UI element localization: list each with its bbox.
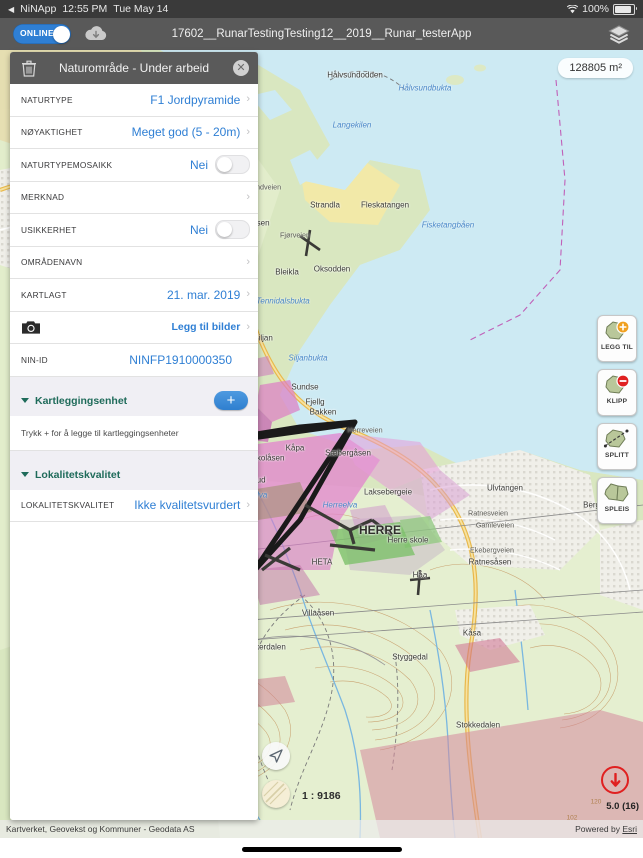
- chevron-right-icon: ›: [246, 190, 250, 203]
- polygon-merge-icon: [602, 481, 632, 505]
- tool-splitt-label: SPLITT: [605, 452, 629, 459]
- tool-legg-til-button[interactable]: LEGG TIL: [597, 315, 637, 362]
- row-naturtypemosaikk[interactable]: NATURTYPEMOSAIKK Nei: [10, 149, 258, 182]
- naturomrade-form-panel: Naturområde - Under arbeid ✕ NATURTYPE F…: [10, 52, 258, 820]
- row-legg-til-bilder[interactable]: Legg til bilder ›: [10, 312, 258, 344]
- row-omradenavn[interactable]: OMRÅDENAVN ›: [10, 247, 258, 279]
- row-noyaktighet-value: Meget god (5 - 20m): [131, 125, 241, 140]
- polygon-clip-icon: [602, 373, 632, 397]
- back-triangle-icon[interactable]: ◀: [8, 5, 14, 14]
- online-toggle-label: ONLINE: [20, 28, 54, 38]
- ipad-screen: ◀ NiNApp 12:55 PM Tue May 14 100% ONLINE…: [0, 0, 643, 858]
- row-nin-id-value: NINFP1910000350: [129, 352, 232, 367]
- status-bar-left: ◀ NiNApp 12:55 PM Tue May 14: [0, 3, 168, 15]
- status-bar-right: 100%: [566, 3, 643, 15]
- polygon-add-icon: [602, 319, 632, 343]
- esri-link[interactable]: Esri: [622, 824, 637, 834]
- ios-status-bar: ◀ NiNApp 12:55 PM Tue May 14 100%: [0, 0, 643, 18]
- row-kartlagt[interactable]: KARTLAGT 21. mar. 2019 ›: [10, 279, 258, 312]
- wifi-icon: [566, 3, 579, 14]
- online-toggle[interactable]: ONLINE: [13, 24, 71, 44]
- tool-klipp-label: KLIPP: [606, 398, 628, 405]
- camera-icon: [21, 320, 41, 335]
- chevron-right-icon: ›: [246, 498, 250, 511]
- status-time: 12:55 PM: [62, 3, 108, 15]
- row-kartlagt-key: KARTLAGT: [21, 289, 67, 300]
- row-lokalitetskvalitet-key: LOKALITETSKVALITET: [21, 500, 115, 511]
- status-back-app-label[interactable]: NiNApp: [20, 3, 56, 15]
- chevron-right-icon: ›: [246, 125, 250, 138]
- row-naturtypemosaikk-key: NATURTYPEMOSAIKK: [21, 159, 113, 170]
- locate-arrow-icon: [268, 748, 284, 764]
- close-icon[interactable]: ✕: [233, 60, 249, 76]
- map-tool-rail: LEGG TIL KLIPP SPLITT SPLEIS: [597, 315, 637, 524]
- add-kartleggingsenhet-button[interactable]: +: [214, 391, 248, 410]
- chevron-right-icon: ›: [246, 255, 250, 268]
- compass-button[interactable]: [262, 780, 290, 808]
- row-usikkerhet-key: USIKKERHET: [21, 224, 77, 235]
- chevron-right-icon: ›: [246, 320, 250, 333]
- row-naturtype-value: F1 Jordpyramide: [150, 92, 241, 107]
- row-kartlagt-value: 21. mar. 2019: [166, 287, 241, 302]
- powered-by-label: Powered by: [575, 824, 620, 834]
- section-header-lokalitetskvalitet[interactable]: Lokalitetskvalitet: [10, 459, 258, 490]
- row-naturtype-key: NATURTYPE: [21, 94, 73, 105]
- gps-accuracy-label: 5.0 (16): [606, 801, 639, 812]
- status-date: Tue May 14: [113, 3, 169, 15]
- tool-spleis-label: SPLEIS: [604, 506, 630, 513]
- app-nav-bar: ONLINE 17602__RunarTestingTesting12__201…: [0, 18, 643, 50]
- row-omradenavn-key: OMRÅDENAVN: [21, 257, 83, 268]
- section-gap-2: [10, 450, 258, 460]
- naturtypemosaikk-switch[interactable]: [215, 155, 250, 175]
- section-title-lokalitetskvalitet: Lokalitetskvalitet: [35, 468, 121, 481]
- row-naturtypemosaikk-value: Nei: [189, 157, 208, 172]
- trash-icon[interactable]: [21, 60, 37, 77]
- caret-down-icon[interactable]: [21, 398, 29, 403]
- attribution-esri[interactable]: Powered by Esri: [575, 824, 643, 834]
- home-indicator[interactable]: [241, 847, 402, 852]
- caret-down-icon[interactable]: [21, 472, 29, 477]
- tool-legg-til-label: LEGG TIL: [600, 344, 633, 351]
- row-merknad-key: MERKNAD: [21, 192, 65, 203]
- battery-icon: [613, 3, 637, 15]
- kartleggingsenhet-hint: Trykk + for å legge til kartleggingsenhe…: [10, 415, 258, 451]
- row-noyaktighet-key: NØYAKTIGHET: [21, 127, 83, 138]
- row-merknad[interactable]: MERKNAD ›: [10, 182, 258, 214]
- battery-percent-label: 100%: [582, 3, 609, 15]
- section-gap: [10, 376, 258, 386]
- section-header-kartleggingsenhet[interactable]: Kartleggingsenhet +: [10, 385, 258, 416]
- map-scale-label: 1 : 9186: [302, 790, 341, 802]
- layers-icon[interactable]: [607, 23, 631, 45]
- usikkerhet-switch[interactable]: [215, 220, 250, 240]
- tool-klipp-button[interactable]: KLIPP: [597, 369, 637, 416]
- row-lokalitetskvalitet-value: Ikke kvalitetsvurdert: [134, 498, 241, 513]
- attribution-source: Kartverket, Geovekst og Kommuner - Geoda…: [6, 824, 195, 834]
- row-nin-id-key: NIN-ID: [21, 354, 48, 365]
- panel-title: Naturområde - Under arbeid: [58, 61, 210, 75]
- row-naturtype[interactable]: NATURTYPE F1 Jordpyramide ›: [10, 84, 258, 117]
- cloud-download-icon[interactable]: [83, 24, 109, 44]
- panel-header: Naturområde - Under arbeid ✕: [10, 52, 258, 84]
- section-title-kartleggingsenhet: Kartleggingsenhet: [35, 394, 128, 407]
- row-usikkerhet-value: Nei: [189, 222, 208, 237]
- chevron-right-icon: ›: [246, 288, 250, 301]
- tool-splitt-button[interactable]: SPLITT: [597, 423, 637, 470]
- row-noyaktighet[interactable]: NØYAKTIGHET Meget god (5 - 20m) ›: [10, 117, 258, 149]
- row-lokalitetskvalitet[interactable]: LOKALITETSKVALITET Ikke kvalitetsvurdert…: [10, 490, 258, 522]
- polygon-split-icon: [602, 427, 632, 451]
- panel-empty-area: [10, 522, 258, 820]
- row-nin-id: NIN-ID NINFP1910000350: [10, 344, 258, 377]
- row-usikkerhet[interactable]: USIKKERHET Nei: [10, 214, 258, 247]
- attribute-rows: NATURTYPE F1 Jordpyramide › NØYAKTIGHET …: [10, 84, 258, 377]
- gps-accuracy-icon: [601, 766, 629, 794]
- tool-spleis-button[interactable]: SPLEIS: [597, 477, 637, 524]
- area-badge: 128805 m²: [558, 58, 633, 78]
- legg-til-bilder-label: Legg til bilder: [171, 321, 241, 334]
- compass-icon: [262, 780, 290, 808]
- locate-button[interactable]: [262, 742, 290, 770]
- map-attribution: Kartverket, Geovekst og Kommuner - Geoda…: [0, 820, 643, 838]
- chevron-right-icon: ›: [246, 93, 250, 106]
